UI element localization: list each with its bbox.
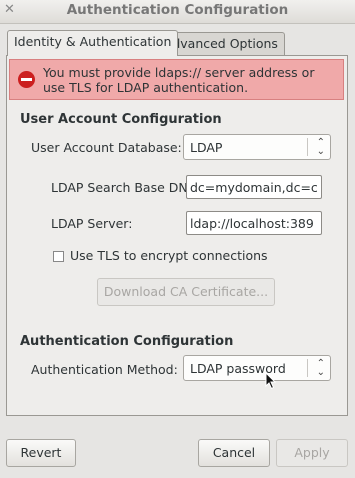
- user-account-database-combo[interactable]: LDAP ⌃ ⌄: [183, 134, 331, 160]
- auth-method-label: Authentication Method:: [31, 362, 178, 377]
- apply-label: Apply: [294, 445, 330, 460]
- cancel-label: Cancel: [212, 445, 256, 460]
- ldap-server-field[interactable]: [186, 211, 322, 235]
- download-ca-certificate-label: Download CA Certificate...: [103, 284, 269, 299]
- ldap-server-input[interactable]: [187, 212, 321, 234]
- user-account-section-title: User Account Configuration: [20, 112, 222, 127]
- user-account-database-label: User Account Database:: [31, 140, 182, 155]
- auth-section-title: Authentication Configuration: [20, 334, 234, 349]
- ldap-server-label: LDAP Server:: [51, 216, 133, 231]
- ldap-base-dn-field[interactable]: [186, 175, 322, 199]
- combo-arrows-icon: ⌃ ⌄: [316, 137, 325, 157]
- user-account-database-value: LDAP: [190, 140, 223, 155]
- ldap-base-dn-input[interactable]: [187, 176, 321, 198]
- revert-label: Revert: [20, 445, 62, 460]
- apply-button[interactable]: Apply: [276, 439, 348, 467]
- use-tls-checkbox[interactable]: [53, 251, 64, 262]
- cancel-button[interactable]: Cancel: [198, 439, 270, 467]
- ldap-base-dn-label: LDAP Search Base DN:: [51, 180, 192, 195]
- revert-button[interactable]: Revert: [6, 439, 76, 467]
- mouse-cursor-icon: [265, 372, 277, 390]
- download-ca-certificate-button[interactable]: Download CA Certificate...: [97, 278, 275, 306]
- combo-arrows-icon: ⌃ ⌄: [316, 358, 325, 378]
- auth-method-combo[interactable]: LDAP password ⌃ ⌄: [183, 355, 331, 381]
- use-tls-label: Use TLS to encrypt connections: [70, 248, 268, 263]
